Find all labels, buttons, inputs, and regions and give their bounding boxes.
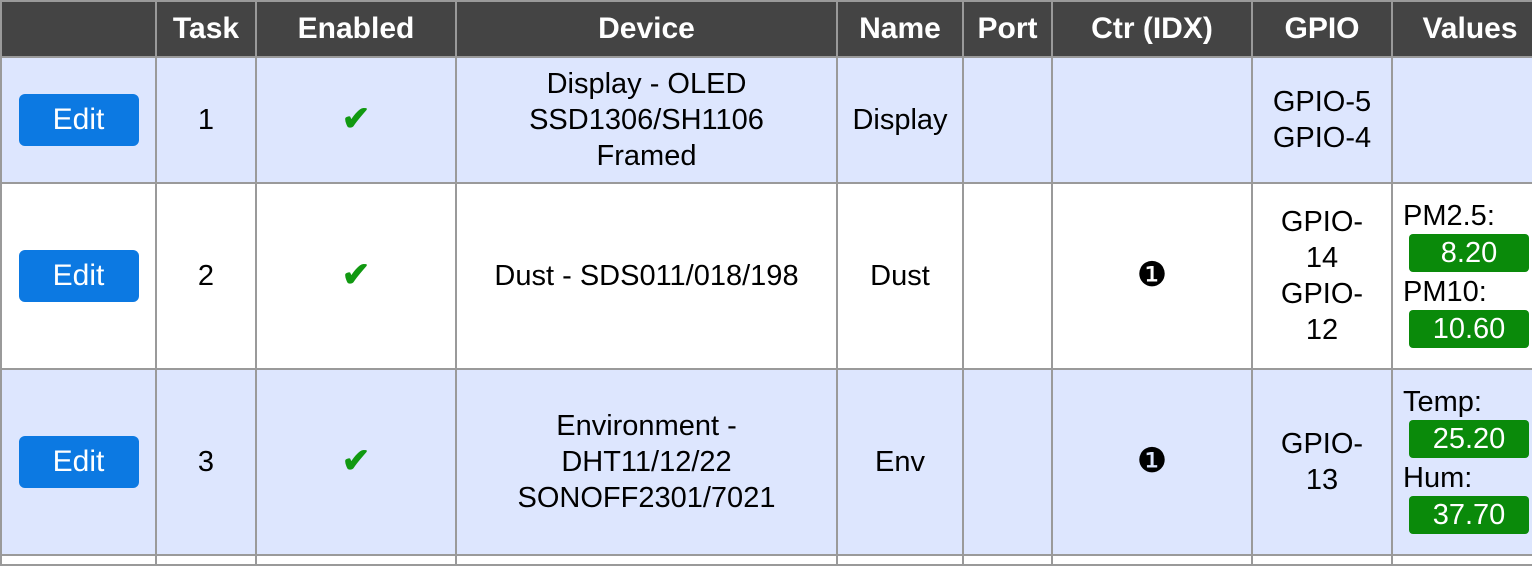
check-icon: ✔ (341, 256, 371, 294)
value-badge: 10.60 (1409, 310, 1529, 348)
gpio-line: 13 (1305, 464, 1339, 496)
task-name: Display (836, 56, 964, 184)
gpio-line: GPIO- (1280, 428, 1364, 460)
device-line: DHT11/12/22 (561, 446, 732, 478)
table-row: Edit 2 ✔ Dust - SDS011/018/198 Dust ❶ GP… (0, 182, 1532, 370)
ctr-number-icon: ❶ (1136, 442, 1168, 480)
device-cell: Dust - SDS011/018/198 (455, 182, 838, 370)
gpio-cell: GPIO- 14 GPIO- 12 (1251, 182, 1393, 370)
table-row: Edit 3 ✔ Environment - DHT11/12/22 SONOF… (0, 368, 1532, 556)
cell (155, 554, 257, 566)
task-number: 1 (155, 56, 257, 184)
header-actions (0, 0, 157, 58)
cell (255, 554, 457, 566)
header-enabled: Enabled (255, 0, 457, 58)
ctr-idx-cell (1051, 56, 1253, 184)
header-ctr-idx: Ctr (IDX) (1051, 0, 1253, 58)
header-gpio: GPIO (1251, 0, 1393, 58)
edit-cell: Edit (0, 56, 157, 184)
edit-button[interactable]: Edit (18, 250, 139, 302)
gpio-line: GPIO-4 (1272, 122, 1372, 154)
value-badge: 25.20 (1409, 420, 1529, 458)
edit-cell: Edit (0, 368, 157, 556)
ctr-idx-cell: ❶ (1051, 182, 1253, 370)
device-line: Display - OLED (546, 68, 747, 100)
task-name: Env (836, 368, 964, 556)
device-line: Environment - (556, 410, 737, 442)
enabled-cell: ✔ (255, 56, 457, 184)
task-number: 2 (155, 182, 257, 370)
value-label: Hum: (1403, 462, 1473, 494)
value-label: Temp: (1403, 386, 1482, 418)
device-line: SSD1306/SH1106 (529, 104, 764, 136)
gpio-line: 14 (1305, 242, 1339, 274)
gpio-line: GPIO- (1280, 278, 1364, 310)
edit-button[interactable]: Edit (18, 94, 139, 146)
value-label: PM2.5: (1403, 200, 1495, 232)
cell (1051, 554, 1253, 566)
edit-cell: Edit (0, 182, 157, 370)
ctr-number-icon: ❶ (1136, 256, 1168, 294)
edit-button[interactable]: Edit (18, 436, 139, 488)
devices-table: Task Enabled Device Name Port Ctr (IDX) … (0, 0, 1532, 566)
cell (1391, 554, 1532, 566)
values-cell: PM2.5: 8.20 PM10: 10.60 (1391, 182, 1532, 370)
task-number: 3 (155, 368, 257, 556)
value-label: PM10: (1403, 276, 1487, 308)
check-icon: ✔ (341, 100, 371, 138)
cell (962, 554, 1053, 566)
port-cell (962, 56, 1053, 184)
cell (1251, 554, 1393, 566)
header-device: Device (455, 0, 838, 58)
task-name: Dust (836, 182, 964, 370)
check-icon: ✔ (341, 442, 371, 480)
gpio-line: GPIO-5 (1272, 86, 1372, 118)
enabled-cell: ✔ (255, 368, 457, 556)
values-cell: Temp: 25.20 Hum: 37.70 (1391, 368, 1532, 556)
gpio-cell: GPIO-5 GPIO-4 (1251, 56, 1393, 184)
device-line: SONOFF2301/7021 (517, 482, 776, 514)
value-badge: 8.20 (1409, 234, 1529, 272)
ctr-idx-cell: ❶ (1051, 368, 1253, 556)
header-port: Port (962, 0, 1053, 58)
gpio-cell: GPIO- 13 (1251, 368, 1393, 556)
header-task: Task (155, 0, 257, 58)
value-badge: 37.70 (1409, 496, 1529, 534)
device-line: Dust - SDS011/018/198 (494, 260, 799, 292)
cell (836, 554, 964, 566)
cell (0, 554, 157, 566)
table-row (0, 554, 1532, 566)
port-cell (962, 368, 1053, 556)
values-cell (1391, 56, 1532, 184)
device-cell: Environment - DHT11/12/22 SONOFF2301/702… (455, 368, 838, 556)
gpio-line: GPIO- (1280, 206, 1364, 238)
header-name: Name (836, 0, 964, 58)
port-cell (962, 182, 1053, 370)
table-header-row: Task Enabled Device Name Port Ctr (IDX) … (0, 0, 1532, 58)
enabled-cell: ✔ (255, 182, 457, 370)
gpio-line: 12 (1305, 314, 1339, 346)
table-row: Edit 1 ✔ Display - OLED SSD1306/SH1106 F… (0, 56, 1532, 184)
device-cell: Display - OLED SSD1306/SH1106 Framed (455, 56, 838, 184)
device-line: Framed (596, 140, 697, 172)
cell (455, 554, 838, 566)
header-values: Values (1391, 0, 1532, 58)
